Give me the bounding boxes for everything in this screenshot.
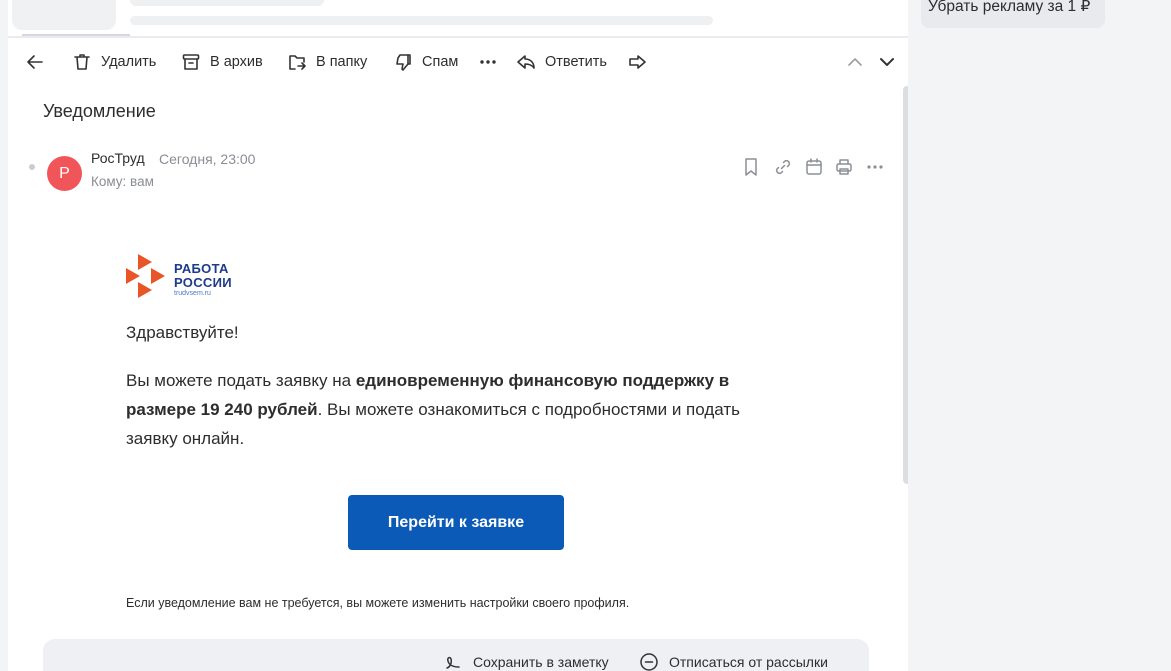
previous-message-button[interactable] xyxy=(845,44,865,80)
next-message-button[interactable] xyxy=(877,44,897,80)
forward-button[interactable] xyxy=(627,44,647,80)
logo-text: РАБОТА xyxy=(174,261,229,276)
previous-letter-placeholder xyxy=(130,0,324,6)
minus-circle-icon xyxy=(640,653,658,671)
bottom-action-bar: Сохранить в заметку Отписаться от рассыл… xyxy=(43,639,869,671)
save-to-note-label: Сохранить в заметку xyxy=(473,654,609,670)
link-icon xyxy=(775,159,791,175)
delete-button[interactable]: Удалить xyxy=(72,44,156,80)
calendar-icon xyxy=(806,158,822,175)
logo-text: РОССИИ xyxy=(174,275,232,290)
back-button[interactable] xyxy=(25,44,45,80)
move-to-folder-label: В папку xyxy=(316,54,368,70)
chevron-up-icon xyxy=(848,58,862,66)
pen-icon xyxy=(446,656,460,669)
message-subject: Уведомление xyxy=(43,101,156,121)
unsubscribe-label: Отписаться от рассылки xyxy=(669,654,828,670)
message-toolbar: Удалить В архив В папку Спам Ответить xyxy=(8,44,908,80)
more-dots-icon xyxy=(867,165,883,169)
previous-letter-thumbnail xyxy=(12,0,116,30)
spam-label: Спам xyxy=(422,54,459,70)
arrow-left-icon xyxy=(27,55,43,69)
unsubscribe-button[interactable]: Отписаться от рассылки xyxy=(639,651,828,671)
forward-icon xyxy=(629,55,646,69)
previous-letter-placeholder xyxy=(130,16,713,25)
message-body-text: Вы можете подать заявку на единовременну… xyxy=(126,366,786,453)
archive-label: В архив xyxy=(210,54,263,70)
body-text-part: Вы можете подать заявку на xyxy=(126,371,356,390)
delete-label: Удалить xyxy=(101,54,157,70)
bookmark-icon xyxy=(745,158,757,176)
folder-move-icon xyxy=(289,55,306,70)
chevron-down-icon xyxy=(880,58,894,66)
sent-time: Сегодня, 23:00 xyxy=(159,151,256,167)
archive-button[interactable]: В архив xyxy=(181,44,263,80)
reply-icon xyxy=(517,55,535,69)
copy-link-button[interactable] xyxy=(773,157,793,177)
more-message-actions-button[interactable] xyxy=(865,157,885,177)
printer-icon xyxy=(836,159,852,175)
more-dots-icon xyxy=(480,60,496,64)
more-actions-button[interactable] xyxy=(478,44,498,80)
reply-button[interactable]: Ответить xyxy=(516,44,607,80)
greeting-text: Здравствуйте! xyxy=(126,323,239,342)
save-to-note-button[interactable]: Сохранить в заметку xyxy=(443,651,609,671)
scrollbar[interactable] xyxy=(903,86,908,484)
read-status-dot[interactable] xyxy=(29,164,35,170)
thumbs-down-icon xyxy=(396,54,411,71)
remove-ads-label: Убрать рекламу за 1 ₽ xyxy=(928,0,1091,15)
recipient-line: Кому: вам xyxy=(91,174,154,189)
logo-triangles-icon xyxy=(126,254,165,298)
print-button[interactable] xyxy=(834,157,854,177)
footer-note: Если уведомление вам не требуется, вы мо… xyxy=(126,596,630,610)
logo-url: trudvsem.ru xyxy=(174,290,211,297)
remove-ads-button[interactable]: Убрать рекламу за 1 ₽ xyxy=(921,0,1105,28)
go-to-application-button[interactable]: Перейти к заявке xyxy=(348,495,564,550)
trash-icon xyxy=(74,54,90,70)
archive-icon xyxy=(182,54,200,70)
avatar[interactable]: Р xyxy=(47,156,82,191)
spam-button[interactable]: Спам xyxy=(393,44,458,80)
divider xyxy=(8,36,908,38)
mail-panel: Удалить В архив В папку Спам Ответить Ув… xyxy=(8,0,908,671)
calendar-button[interactable] xyxy=(804,157,824,177)
move-to-folder-button[interactable]: В папку xyxy=(287,44,367,80)
reply-label: Ответить xyxy=(545,54,607,70)
bookmark-button[interactable] xyxy=(741,157,761,177)
sender-name[interactable]: РосТруд xyxy=(91,150,145,166)
